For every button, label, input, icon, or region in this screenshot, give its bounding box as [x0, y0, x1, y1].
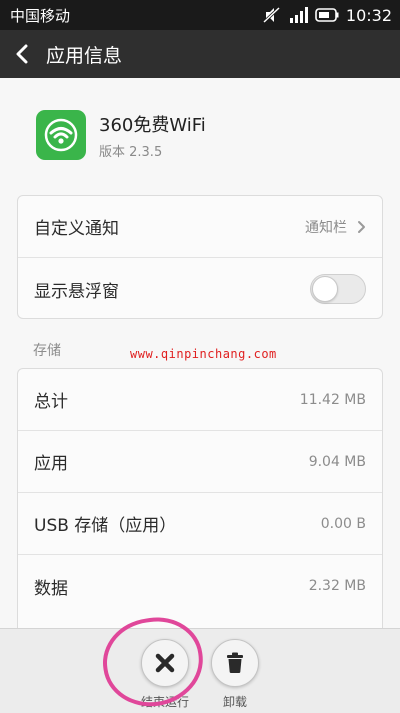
storage-row-value: 11.42 MB [299, 391, 366, 408]
mute-icon [262, 7, 281, 23]
custom-notification-value-group: 通知栏 [305, 217, 366, 237]
floating-window-toggle[interactable] [310, 274, 366, 304]
storage-card: 总计 11.42 MB 应用 9.04 MB USB 存储（应用） 0.00 B… [17, 368, 383, 630]
uninstall-circle [211, 639, 259, 687]
app-version: 版本 2.3.5 [99, 144, 163, 160]
wifi-icon [36, 110, 86, 160]
custom-notification-value: 通知栏 [305, 219, 347, 236]
storage-row-label: 数据 [34, 578, 68, 599]
storage-section-label: 存储 [33, 343, 61, 359]
custom-notification-label: 自定义通知 [34, 219, 119, 239]
storage-row-total: 总计 11.42 MB [18, 369, 382, 431]
back-button[interactable] [0, 30, 44, 78]
custom-notification-row[interactable]: 自定义通知 通知栏 [18, 196, 382, 258]
notification-settings-card: 自定义通知 通知栏 显示悬浮窗 [17, 195, 383, 319]
app-info: 360免费WiFi 版本 2.3.5 [99, 111, 206, 160]
status-icons: 10:32 [262, 5, 392, 25]
battery-icon [315, 8, 339, 22]
storage-row-data: 数据 2.32 MB [18, 555, 382, 617]
app-name: 360免费WiFi [99, 114, 206, 136]
storage-row-label: 总计 [34, 392, 68, 412]
storage-row-label: USB 存储（应用） [34, 516, 177, 536]
toggle-knob [312, 276, 338, 302]
storage-row-app: 应用 9.04 MB [18, 431, 382, 493]
watermark-text: www.qinpinchang.com [130, 347, 277, 361]
signal-icon [288, 7, 308, 23]
storage-row-value: 9.04 MB [308, 453, 366, 470]
uninstall-label: 卸载 [222, 695, 247, 709]
carrier-name: 中国移动 [10, 6, 71, 25]
floating-window-row: 显示悬浮窗 [18, 258, 382, 318]
uninstall-button[interactable]: 卸载 [205, 639, 265, 710]
chevron-right-icon [358, 220, 365, 233]
page-title: 应用信息 [46, 44, 123, 67]
storage-row-value: 2.32 MB [308, 578, 366, 594]
storage-row-label: 应用 [34, 454, 68, 474]
status-bar: 中国移动 10:32 [0, 0, 400, 30]
floating-window-label: 显示悬浮窗 [34, 281, 119, 302]
title-bar: 应用信息 [0, 30, 400, 78]
app-header: 360免费WiFi 版本 2.3.5 [36, 110, 366, 160]
clock: 10:32 [345, 5, 392, 25]
storage-row-value: 0.00 B [320, 515, 366, 532]
trash-icon [227, 652, 243, 673]
chevron-left-icon [16, 44, 28, 64]
storage-row-usb: USB 存储（应用） 0.00 B [18, 493, 382, 555]
